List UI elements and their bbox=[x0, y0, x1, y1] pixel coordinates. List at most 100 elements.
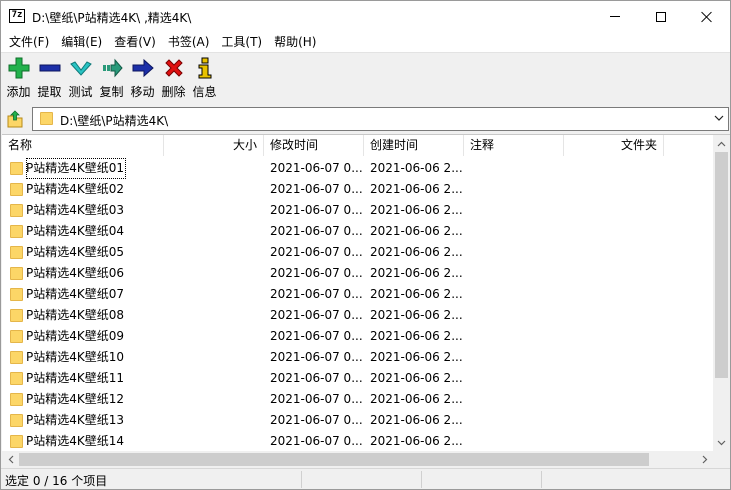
test-label: 测试 bbox=[68, 85, 93, 99]
column-name[interactable]: 名称 bbox=[2, 135, 164, 156]
scroll-up-button[interactable] bbox=[713, 135, 730, 152]
info-button[interactable]: 信息 bbox=[189, 55, 220, 101]
folder-icon bbox=[10, 288, 23, 301]
folder-icon bbox=[10, 330, 23, 343]
menu-tools[interactable]: 工具(T) bbox=[215, 32, 268, 52]
7zip-app-icon[interactable]: 7z bbox=[9, 9, 25, 23]
list-item[interactable]: P站精选4K壁纸07 2021-06-07 0... 2021-06-06 2... bbox=[2, 284, 713, 305]
column-modified[interactable]: 修改时间 bbox=[264, 135, 364, 156]
test-button[interactable]: 测试 bbox=[65, 55, 96, 101]
cell-comment bbox=[470, 221, 562, 242]
chevron-left-icon bbox=[8, 455, 13, 464]
cell-created: 2021-06-06 2... bbox=[370, 413, 462, 427]
cell-comment bbox=[470, 179, 562, 200]
cell-size bbox=[164, 158, 258, 179]
folder-icon bbox=[10, 435, 23, 448]
menu-bookmarks[interactable]: 书签(A) bbox=[162, 32, 216, 52]
cell-modified: 2021-06-07 0... bbox=[270, 371, 362, 385]
title-bar[interactable]: 7z D:\壁纸\P站精选4K\ ‚精选4K\ bbox=[1, 1, 730, 32]
cell-name: P站精选4K壁纸05 bbox=[26, 245, 125, 259]
menu-view[interactable]: 查看(V) bbox=[108, 32, 162, 52]
copy-button[interactable]: 复制 bbox=[96, 55, 127, 101]
list-item[interactable]: P站精选4K壁纸09 2021-06-07 0... 2021-06-06 2... bbox=[2, 326, 713, 347]
maximize-button[interactable] bbox=[638, 1, 684, 32]
cell-modified: 2021-06-07 0... bbox=[270, 350, 362, 364]
cell-name: P站精选4K壁纸09 bbox=[26, 329, 125, 343]
list-item[interactable]: P站精选4K壁纸12 2021-06-07 0... 2021-06-06 2... bbox=[2, 389, 713, 410]
cell-comment bbox=[470, 263, 562, 284]
scroll-down-button[interactable] bbox=[713, 434, 730, 451]
list-item[interactable]: P站精选4K壁纸06 2021-06-07 0... 2021-06-06 2... bbox=[2, 263, 713, 284]
column-comment[interactable]: 注释 bbox=[464, 135, 564, 156]
cell-modified: 2021-06-07 0... bbox=[270, 182, 362, 196]
add-button[interactable]: 添加 bbox=[3, 55, 34, 101]
column-created[interactable]: 创建时间 bbox=[364, 135, 464, 156]
extract-label: 提取 bbox=[37, 85, 62, 99]
delete-button[interactable]: 删除 bbox=[158, 55, 189, 101]
cell-modified: 2021-06-07 0... bbox=[270, 392, 362, 406]
cell-comment bbox=[470, 389, 562, 410]
horizontal-scroll-thumb[interactable] bbox=[19, 453, 649, 466]
column-size[interactable]: 大小 bbox=[164, 135, 264, 156]
list-item[interactable]: P站精选4K壁纸03 2021-06-07 0... 2021-06-06 2... bbox=[2, 200, 713, 221]
menu-divider bbox=[1, 52, 730, 53]
cell-comment bbox=[470, 158, 562, 179]
menu-help[interactable]: 帮助(H) bbox=[268, 32, 322, 52]
cell-modified: 2021-06-07 0... bbox=[270, 308, 362, 322]
list-item[interactable]: P站精选4K壁纸05 2021-06-07 0... 2021-06-06 2... bbox=[2, 242, 713, 263]
folder-icon bbox=[10, 372, 23, 385]
list-item[interactable]: P站精选4K壁纸04 2021-06-07 0... 2021-06-06 2... bbox=[2, 221, 713, 242]
vertical-scroll-thumb[interactable] bbox=[715, 152, 728, 378]
folder-icon bbox=[10, 204, 23, 217]
cell-folders bbox=[564, 284, 658, 305]
cell-size bbox=[164, 389, 258, 410]
list-item[interactable]: P站精选4K壁纸10 2021-06-07 0... 2021-06-06 2... bbox=[2, 347, 713, 368]
minimize-button[interactable] bbox=[592, 1, 638, 32]
up-folder-button[interactable] bbox=[5, 108, 25, 129]
cell-name: P站精选4K壁纸03 bbox=[26, 203, 125, 217]
scroll-right-button[interactable] bbox=[696, 451, 713, 467]
extract-button[interactable]: 提取 bbox=[34, 55, 65, 101]
vertical-scrollbar[interactable] bbox=[713, 135, 730, 451]
cell-created: 2021-06-06 2... bbox=[370, 308, 462, 322]
menu-edit[interactable]: 编辑(E) bbox=[55, 32, 108, 52]
close-button[interactable] bbox=[684, 1, 730, 32]
scrollbar-corner bbox=[713, 451, 730, 467]
cell-created: 2021-06-06 2... bbox=[370, 350, 462, 364]
chevron-down-icon[interactable] bbox=[714, 113, 724, 123]
chevron-up-icon bbox=[717, 141, 726, 146]
cell-comment bbox=[470, 284, 562, 305]
cell-size bbox=[164, 305, 258, 326]
list-item[interactable]: P站精选4K壁纸14 2021-06-07 0... 2021-06-06 2... bbox=[2, 431, 713, 452]
cell-modified: 2021-06-07 0... bbox=[270, 434, 362, 448]
list-item[interactable]: P站精选4K壁纸01 2021-06-07 0... 2021-06-06 2... bbox=[2, 158, 713, 179]
list-item[interactable]: P站精选4K壁纸02 2021-06-07 0... 2021-06-06 2... bbox=[2, 179, 713, 200]
cell-comment bbox=[470, 368, 562, 389]
menu-bar: 文件(F) 编辑(E) 查看(V) 书签(A) 工具(T) 帮助(H) bbox=[1, 32, 730, 52]
scroll-left-button[interactable] bbox=[2, 451, 19, 467]
cell-folders bbox=[564, 158, 658, 179]
cell-modified: 2021-06-07 0... bbox=[270, 287, 362, 301]
cell-name: P站精选4K壁纸12 bbox=[26, 392, 125, 406]
column-folders[interactable]: 文件夹 bbox=[564, 135, 664, 156]
cell-folders bbox=[564, 368, 658, 389]
folder-icon bbox=[10, 246, 23, 259]
close-icon bbox=[701, 11, 713, 23]
7zip-file-manager-window: 7z D:\壁纸\P站精选4K\ ‚精选4K\ 文件(F) 编辑(E) 查看(V… bbox=[0, 0, 731, 490]
maximize-icon bbox=[656, 11, 666, 22]
cell-name: P站精选4K壁纸06 bbox=[26, 266, 125, 280]
horizontal-scrollbar[interactable] bbox=[2, 451, 713, 467]
cell-name: P站精选4K壁纸01 bbox=[26, 158, 127, 179]
cell-created: 2021-06-06 2... bbox=[370, 392, 462, 406]
list-item[interactable]: P站精选4K壁纸11 2021-06-07 0... 2021-06-06 2... bbox=[2, 368, 713, 389]
move-button[interactable]: 移动 bbox=[127, 55, 158, 101]
cell-created: 2021-06-06 2... bbox=[370, 329, 462, 343]
cell-size bbox=[164, 179, 258, 200]
cell-created: 2021-06-06 2... bbox=[370, 182, 462, 196]
address-combobox[interactable]: D:\壁纸\P站精选4K\ bbox=[32, 107, 729, 131]
list-item[interactable]: P站精选4K壁纸08 2021-06-07 0... 2021-06-06 2... bbox=[2, 305, 713, 326]
menu-file[interactable]: 文件(F) bbox=[3, 32, 55, 52]
list-item[interactable]: P站精选4K壁纸13 2021-06-07 0... 2021-06-06 2... bbox=[2, 410, 713, 431]
file-list[interactable]: 名称 大小 修改时间 创建时间 注释 文件夹 P站精选4K壁纸01 2021-06… bbox=[2, 134, 730, 467]
cell-folders bbox=[564, 431, 658, 452]
